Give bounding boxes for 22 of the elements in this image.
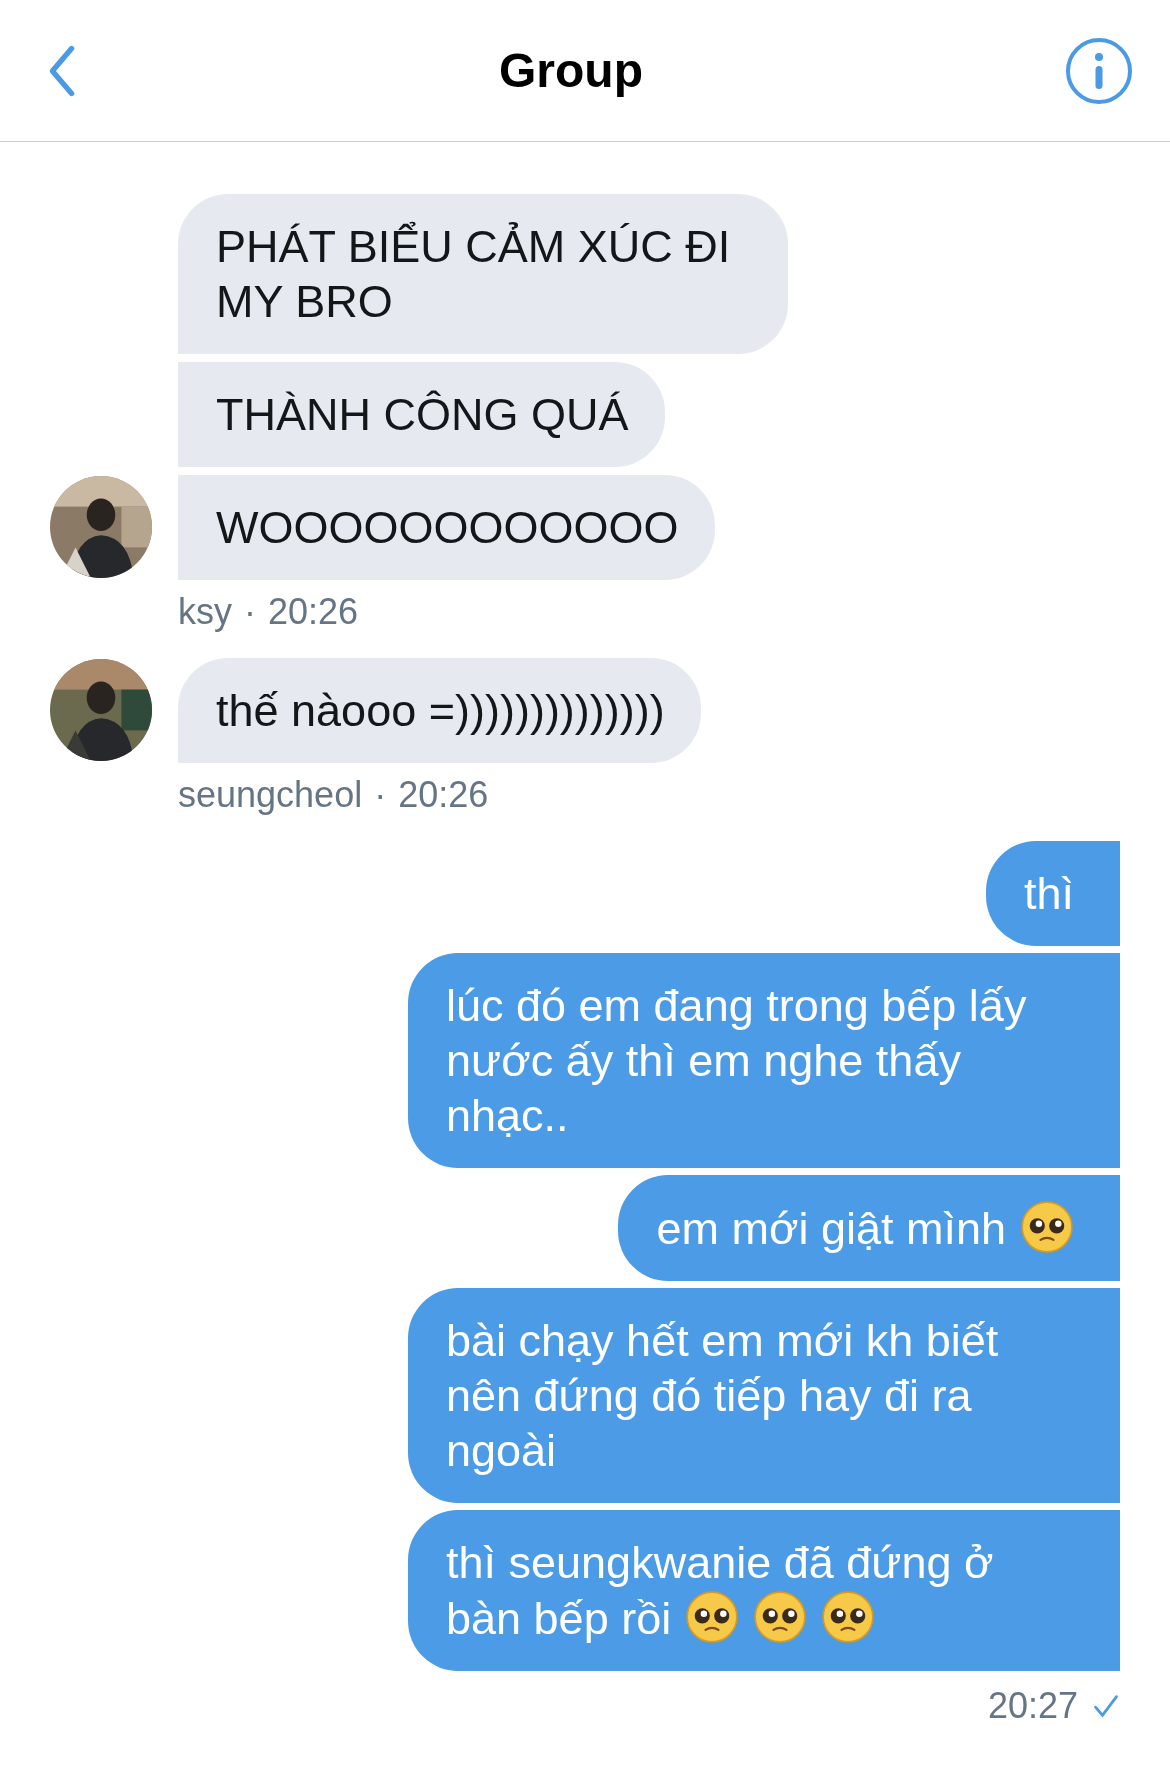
sender-name: ksy bbox=[178, 592, 232, 632]
pleading-face-icon bbox=[821, 1590, 876, 1644]
pleading-face-icon bbox=[753, 1590, 808, 1644]
chat-title: Group bbox=[499, 43, 643, 98]
separator-dot: · bbox=[374, 775, 387, 815]
message-bubble: lúc đó em đang trong bếp lấy nước ấy thì em nghe thấy nhạc.. bbox=[408, 953, 1120, 1168]
separator-dot: · bbox=[244, 592, 256, 632]
message-bubble: WOOOOOOOOOOOO bbox=[178, 475, 715, 580]
message-bubble: thì bbox=[985, 841, 1120, 946]
message-bubble: em mới giật mình bbox=[618, 1175, 1120, 1281]
message-bubble: bài chạy hết em mới kh biết nên đứng đó tiếp hay đi ra ngoài bbox=[408, 1288, 1120, 1503]
message-time: 20:26 bbox=[398, 775, 489, 815]
message-bubble: PHÁT BIỂU CẢM XÚC ĐI MY BRO bbox=[178, 194, 788, 354]
message-bubble: thì seungkwanie đã đứng ở bàn bếp rồi bbox=[408, 1510, 1120, 1671]
message-time: 20:26 bbox=[268, 592, 359, 632]
message-bubble: THÀNH CÔNG QUÁ bbox=[178, 362, 665, 467]
info-icon[interactable] bbox=[1064, 35, 1134, 106]
sender-name: seungcheol bbox=[178, 775, 363, 815]
pleading-face-icon bbox=[1020, 1200, 1074, 1254]
message-time: 20:27 bbox=[987, 1686, 1078, 1726]
pleading-face-icon bbox=[685, 1590, 740, 1644]
message-bubble: thế nàooo =)))))))))))))) bbox=[178, 658, 701, 763]
